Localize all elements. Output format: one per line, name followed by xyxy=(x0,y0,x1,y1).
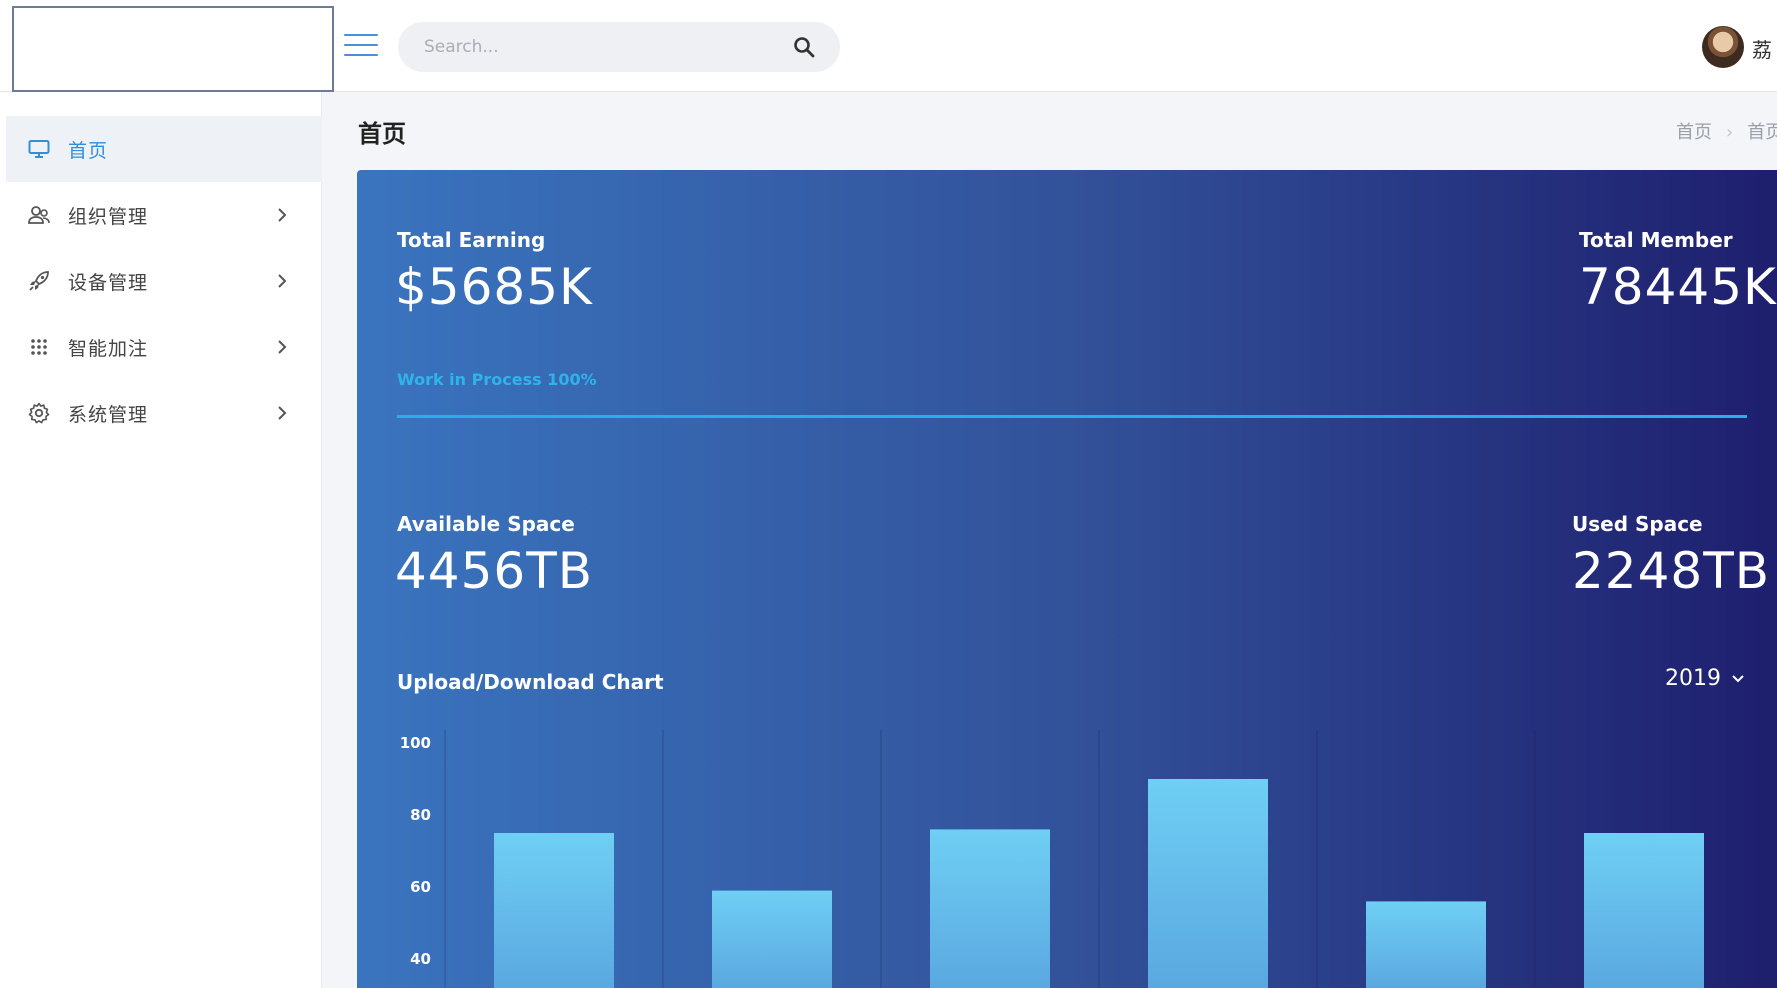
available-space-value: 4456TB xyxy=(395,542,594,600)
y-tick-label: 60 xyxy=(410,878,431,896)
chart-bar[interactable] xyxy=(1148,779,1268,988)
available-space-label: Available Space xyxy=(397,512,575,536)
gear-icon xyxy=(28,402,50,424)
y-tick-label: 80 xyxy=(410,806,431,824)
page-title: 首页 xyxy=(358,120,406,148)
year-dropdown[interactable]: 2019 xyxy=(1665,666,1745,691)
sidebar-item-system[interactable]: 系统管理 xyxy=(6,380,322,446)
stats-card: Total Earning $5685K Total Member 78445K… xyxy=(357,170,1777,988)
search-input[interactable] xyxy=(424,22,774,72)
breadcrumb-separator-icon: › xyxy=(1726,122,1734,143)
chart-bar[interactable] xyxy=(1366,901,1486,988)
bar-chart: 40 60 80 100 xyxy=(400,730,1704,988)
chart-title: Upload/Download Chart xyxy=(397,670,664,694)
search-bar xyxy=(398,22,840,72)
username[interactable]: 荔 xyxy=(1752,34,1772,63)
sidebar-item-label: 系统管理 xyxy=(68,403,149,426)
chart-bar[interactable] xyxy=(712,890,832,988)
monitor-icon xyxy=(28,138,50,160)
chart-bar[interactable] xyxy=(930,829,1050,988)
sidebar: 首页 组织管理 设备管理 智能加注 系统管理 xyxy=(0,92,322,988)
sidebar-item-smart-refuel[interactable]: 智能加注 xyxy=(6,314,322,380)
rocket-icon xyxy=(28,270,50,292)
y-tick-label: 100 xyxy=(400,734,431,752)
chevron-right-icon xyxy=(278,274,287,288)
chevron-right-icon xyxy=(278,208,287,222)
chevron-right-icon xyxy=(278,406,287,420)
total-member-label: Total Member xyxy=(1579,228,1733,252)
total-earning-label: Total Earning xyxy=(397,228,546,252)
chart-bar[interactable] xyxy=(494,833,614,988)
breadcrumb: 首页 › 首页 xyxy=(1676,118,1777,144)
sidebar-item-label: 智能加注 xyxy=(68,337,149,360)
year-value: 2019 xyxy=(1665,666,1721,691)
chevron-down-icon xyxy=(1732,674,1744,682)
y-tick-label: 40 xyxy=(410,950,431,968)
progress-fill xyxy=(397,415,1747,418)
used-space-value: 2248TB xyxy=(1572,542,1771,600)
avatar[interactable] xyxy=(1702,26,1744,68)
sidebar-item-devices[interactable]: 设备管理 xyxy=(6,248,322,314)
users-icon xyxy=(28,204,50,226)
progress-label: Work in Process 100% xyxy=(397,370,597,389)
chart-bar[interactable] xyxy=(1584,833,1704,988)
used-space-label: Used Space xyxy=(1572,512,1703,536)
breadcrumb-item: 首页 xyxy=(1747,122,1777,143)
sidebar-item-organization[interactable]: 组织管理 xyxy=(6,182,322,248)
sidebar-item-label: 设备管理 xyxy=(68,271,149,294)
sidebar-item-label: 组织管理 xyxy=(68,205,149,228)
search-icon[interactable] xyxy=(792,35,816,59)
grid-dots-icon xyxy=(28,336,50,358)
top-header: 荔 xyxy=(0,0,1777,92)
total-earning-value: $5685K xyxy=(395,258,593,316)
sidebar-item-label: 首页 xyxy=(68,139,109,162)
breadcrumb-item[interactable]: 首页 xyxy=(1676,122,1712,143)
logo-placeholder[interactable] xyxy=(12,6,334,92)
progress-bar xyxy=(397,415,1747,418)
total-member-value: 78445K xyxy=(1579,258,1777,316)
chevron-right-icon xyxy=(278,340,287,354)
sidebar-item-home[interactable]: 首页 xyxy=(6,116,322,182)
menu-toggle-icon[interactable] xyxy=(344,34,378,58)
